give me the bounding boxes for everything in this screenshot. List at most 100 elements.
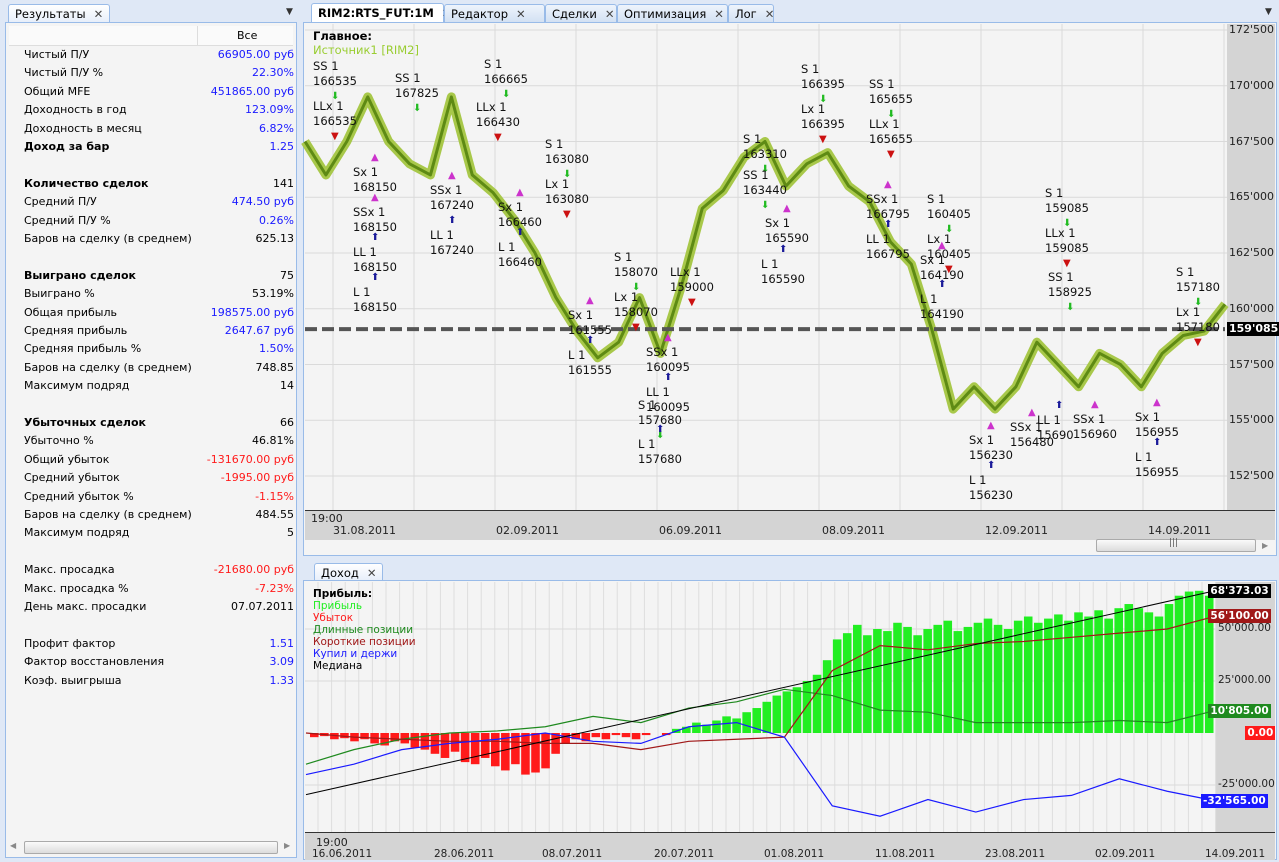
result-label: Чистый П/У % bbox=[24, 66, 104, 80]
trade-signal-name: SS 1 bbox=[743, 168, 769, 182]
result-label: Убыточно % bbox=[24, 434, 94, 448]
trade-price: 163440 bbox=[743, 183, 787, 197]
trade-arrow-icon: ⬆ bbox=[884, 219, 893, 230]
panel-menu-dropdown-icon[interactable]: ▼ bbox=[286, 7, 293, 17]
result-label: Доходность в месяц bbox=[24, 121, 142, 135]
scroll-right-arrow-icon[interactable]: ▶ bbox=[1262, 541, 1268, 550]
tab-income[interactable]: Доход ✕ bbox=[314, 563, 384, 581]
scroll-left-arrow-icon[interactable]: ◀ bbox=[10, 841, 16, 850]
trade-signal-name: Lx 1 bbox=[614, 290, 639, 304]
result-value: -131670.00 руб bbox=[206, 452, 294, 466]
trade-signal-name: Sx 1 bbox=[920, 253, 946, 267]
result-row: Средний убыток % -1.15% bbox=[24, 488, 294, 506]
result-label: Макс. просадка bbox=[24, 563, 115, 577]
close-icon[interactable]: ✕ bbox=[94, 7, 104, 21]
tab-4[interactable]: Лог ✕ bbox=[728, 4, 774, 22]
trade-signal-name: Sx 1 bbox=[498, 200, 524, 214]
results-horizontal-scrollbar[interactable] bbox=[24, 841, 278, 854]
tab-label: Редактор bbox=[451, 7, 508, 21]
result-row: Средний П/У % 0.26% bbox=[24, 212, 294, 230]
trade-arrow-icon: ⬆ bbox=[371, 232, 380, 243]
value-badge: -32'565.00 bbox=[1201, 793, 1268, 808]
trade-arrow-icon: ▲ bbox=[1153, 397, 1161, 408]
trade-label: SS 1 165655 bbox=[869, 77, 913, 107]
tabs-menu-dropdown-icon[interactable]: ▼ bbox=[1265, 7, 1272, 17]
trade-label: Sx 1 161555 bbox=[568, 308, 612, 338]
trade-price: 163310 bbox=[743, 147, 787, 161]
result-value: -1995.00 руб bbox=[220, 471, 294, 485]
trade-arrow-icon: ▲ bbox=[371, 152, 379, 163]
trade-price: 160405 bbox=[927, 207, 971, 221]
close-icon[interactable]: ✕ bbox=[516, 7, 526, 21]
trade-price: 166430 bbox=[476, 115, 520, 129]
trade-arrow-icon: ▼ bbox=[563, 209, 571, 220]
trade-label: Lx 1 163080 bbox=[545, 177, 589, 207]
tab-1[interactable]: Редактор ✕ bbox=[444, 4, 545, 22]
result-value: 1.33 bbox=[269, 673, 295, 687]
close-icon[interactable]: ✕ bbox=[765, 7, 775, 21]
trade-signal-name: Sx 1 bbox=[969, 433, 995, 447]
date-label: 02.09.2011 bbox=[496, 524, 559, 537]
tab-0[interactable]: RIM2:RTS_FUT:1M✕ bbox=[311, 3, 452, 22]
close-icon[interactable]: ✕ bbox=[714, 7, 724, 21]
trade-signal-name: LLx 1 bbox=[313, 99, 344, 113]
time-axis bbox=[305, 510, 1275, 540]
close-icon[interactable]: ✕ bbox=[367, 566, 377, 580]
result-label: Баров на сделку (в среднем) bbox=[24, 232, 192, 245]
trade-label: L 1 165590 bbox=[761, 257, 805, 287]
price-tick-label: 155'000 bbox=[1229, 413, 1275, 427]
tab-label: Сделки bbox=[552, 7, 597, 21]
trade-label: S 1 166665 bbox=[484, 57, 528, 87]
trade-arrow-icon: ▲ bbox=[448, 170, 456, 181]
result-label: Коэф. выигрыша bbox=[24, 673, 122, 687]
scroll-grip-icon[interactable]: ||| bbox=[1169, 538, 1178, 548]
result-row: Баров на сделку (в среднем) 625.13 bbox=[24, 230, 294, 248]
price-chart-scrollbar[interactable]: ||| bbox=[1096, 538, 1256, 552]
close-icon[interactable]: ✕ bbox=[605, 7, 615, 21]
trade-signal-name: SS 1 bbox=[869, 77, 895, 91]
trade-arrow-icon: ⬆ bbox=[779, 244, 788, 255]
trade-label: Sx 1 156230 bbox=[969, 433, 1013, 463]
trade-label: L 1 164190 bbox=[920, 292, 964, 322]
trade-price: 157680 bbox=[638, 452, 682, 466]
price-tick-label: 160'000 bbox=[1229, 301, 1275, 315]
trade-arrow-icon: ▲ bbox=[987, 420, 995, 431]
column-header-all[interactable]: Все bbox=[237, 29, 257, 42]
tab-results[interactable]: Результаты ✕ bbox=[8, 4, 111, 23]
scroll-right-arrow-icon[interactable]: ▶ bbox=[284, 841, 290, 850]
trade-price: 166535 bbox=[313, 74, 357, 88]
trade-price: 165655 bbox=[869, 92, 913, 106]
result-row: Коэф. выигрыша 1.33 bbox=[24, 672, 294, 690]
trade-label: SSx 1 160095 bbox=[646, 345, 690, 375]
trade-signal-name: LLx 1 bbox=[1045, 226, 1076, 240]
trade-label: SS 1 166535 bbox=[313, 59, 357, 89]
trade-price: 168150 bbox=[353, 300, 397, 314]
results-panel: Все Чистый П/У 66905.00 руб Чистый П/У % 22… bbox=[5, 22, 297, 858]
result-label: Общая прибыль bbox=[24, 305, 117, 319]
tab-2[interactable]: Сделки ✕ bbox=[545, 4, 617, 22]
trade-label: LLx 1 159085 bbox=[1045, 226, 1089, 256]
trade-label: S 1 163310 bbox=[743, 132, 787, 162]
trade-arrow-icon: ▼ bbox=[331, 131, 339, 142]
result-value: 1.50% bbox=[259, 342, 294, 356]
trade-signal-name: SSx 1 bbox=[646, 345, 679, 359]
trade-signal-name: SSx 1 bbox=[430, 183, 463, 197]
date-label: 16.06.2011 bbox=[312, 848, 373, 860]
value-badge: 0.00 bbox=[1245, 726, 1276, 740]
tab-label: Лог bbox=[735, 7, 757, 21]
trade-arrow-icon: ⬆ bbox=[664, 372, 673, 383]
trade-arrow-icon: ⬇ bbox=[502, 89, 511, 100]
trade-label: Sx 1 165590 bbox=[765, 216, 809, 246]
trade-signal-name: S 1 bbox=[638, 398, 657, 412]
result-label: Убыточных сделок bbox=[24, 416, 147, 429]
result-label: Общий убыток bbox=[24, 452, 110, 466]
tab-3[interactable]: Оптимизация ✕ bbox=[617, 4, 728, 22]
date-label: 01.08.2011 bbox=[764, 848, 825, 860]
date-label: 14.09.2011 bbox=[1205, 848, 1266, 860]
result-row: Доход за бар 1.25 bbox=[24, 138, 294, 156]
result-value: 66905.00 руб bbox=[217, 48, 294, 61]
trade-arrow-icon: ⬆ bbox=[938, 279, 947, 290]
result-value: 123.09% bbox=[245, 103, 294, 117]
result-row: Макс. просадка -21680.00 руб bbox=[24, 561, 294, 579]
trade-arrow-icon: ▼ bbox=[688, 297, 696, 308]
